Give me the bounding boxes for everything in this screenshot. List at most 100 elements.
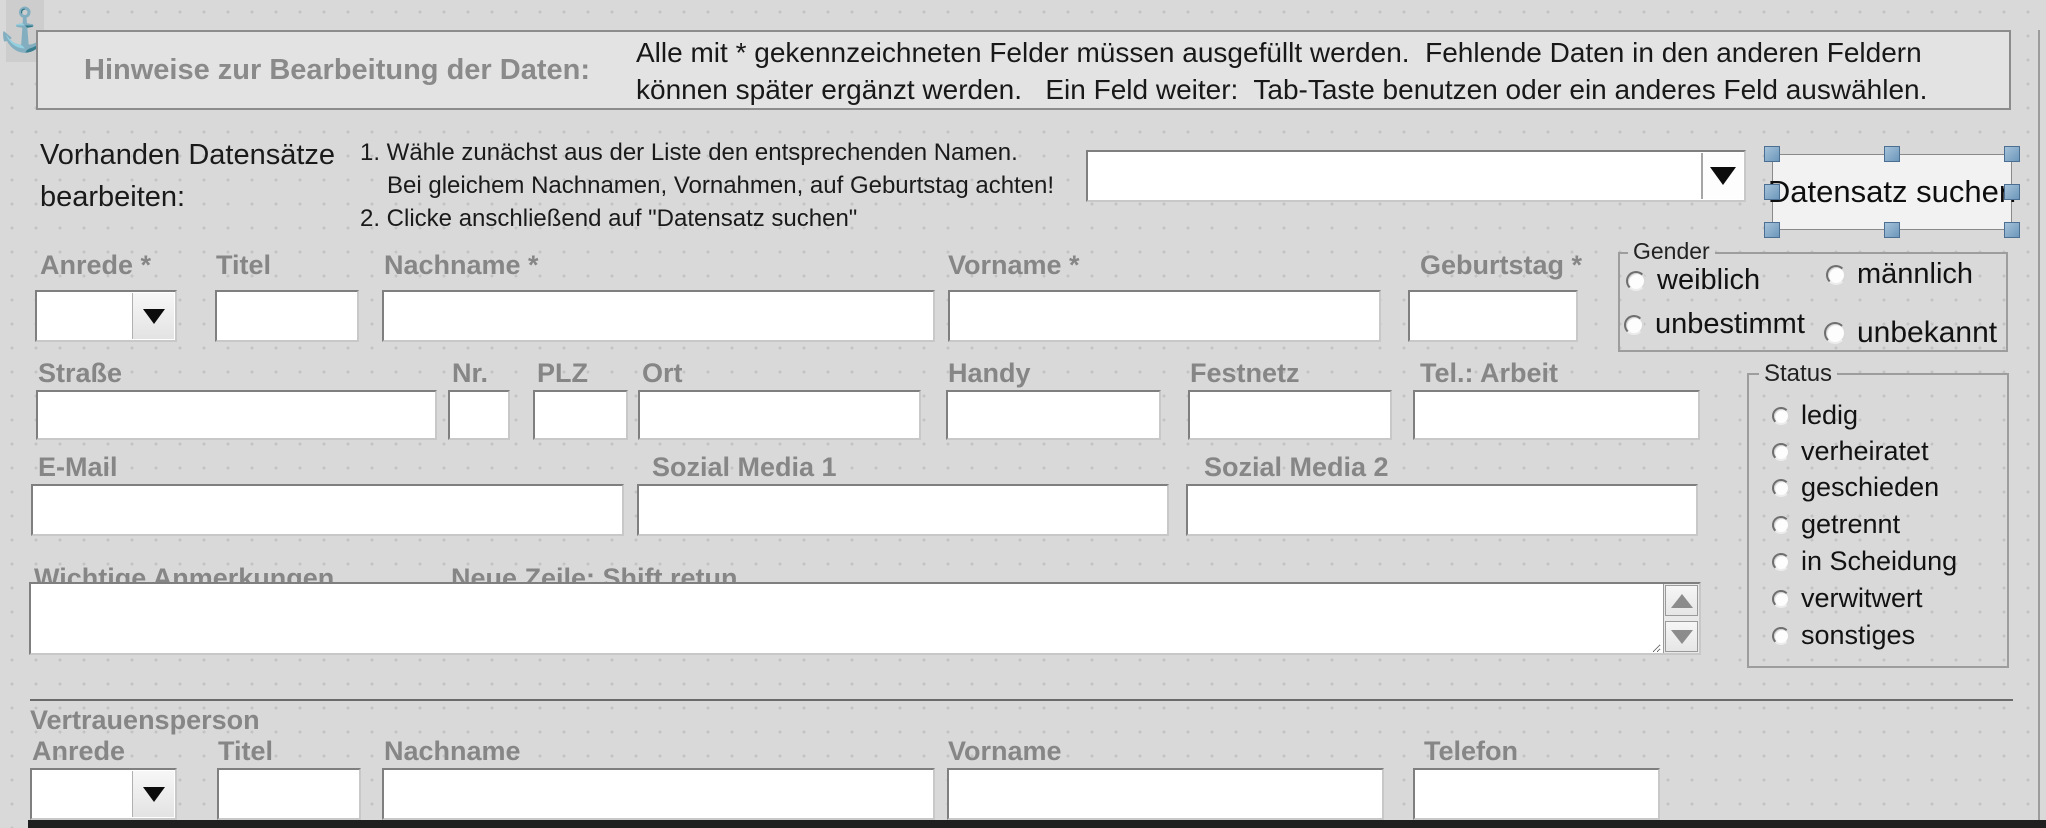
status-radio-ledig[interactable] bbox=[1772, 407, 1790, 425]
record-search-dropdown-button[interactable] bbox=[1701, 153, 1743, 199]
sozial-media-2-label: Sozial Media 2 bbox=[1204, 452, 1389, 483]
trust-anrede-label: Anrede bbox=[32, 736, 125, 767]
vorname-input[interactable] bbox=[948, 290, 1381, 342]
selection-handle-bottom-left[interactable] bbox=[1764, 222, 1780, 238]
status-radio-sonstiges[interactable] bbox=[1772, 627, 1790, 645]
status-radio-geschieden[interactable] bbox=[1772, 479, 1790, 497]
gender-group-title: Gender bbox=[1628, 238, 1715, 265]
search-instruction-1: 1. Wähle zunächst aus der Liste den ents… bbox=[360, 136, 1054, 169]
selection-handle-bottom-right[interactable] bbox=[2004, 222, 2020, 238]
trust-vorname-label: Vorname bbox=[948, 736, 1062, 767]
anrede-label: Anrede * bbox=[40, 250, 151, 281]
status-option-label: verwitwert bbox=[1801, 583, 1923, 614]
record-search-combobox[interactable] bbox=[1086, 150, 1746, 202]
trust-titel-label: Titel bbox=[218, 736, 273, 767]
festnetz-input[interactable] bbox=[1188, 390, 1392, 440]
trust-nachname-input[interactable] bbox=[382, 768, 935, 820]
geburtstag-input[interactable] bbox=[1408, 290, 1578, 342]
gender-option-label: weiblich bbox=[1657, 264, 1760, 297]
header-note-box: Hinweise zur Bearbeitung der Daten: Alle… bbox=[36, 30, 2011, 110]
strasse-input[interactable] bbox=[36, 390, 437, 440]
status-radio-verheiratet[interactable] bbox=[1772, 443, 1790, 461]
strasse-label: Straße bbox=[38, 358, 122, 389]
sozial-media-2-input[interactable] bbox=[1186, 484, 1698, 536]
trust-anrede-dropdown-button[interactable] bbox=[132, 771, 174, 817]
status-option-label: geschieden bbox=[1801, 472, 1939, 503]
titel-input[interactable] bbox=[215, 290, 359, 342]
handy-input[interactable] bbox=[946, 390, 1161, 440]
status-option-label: sonstiges bbox=[1801, 620, 1915, 651]
nachname-input[interactable] bbox=[382, 290, 935, 342]
sozial-media-1-label: Sozial Media 1 bbox=[652, 452, 837, 483]
selection-handle-bottom-middle[interactable] bbox=[1884, 222, 1900, 238]
gender-radio-unbestimmt[interactable] bbox=[1624, 315, 1644, 335]
tel-arbeit-input[interactable] bbox=[1413, 390, 1700, 440]
status-option-label: verheiratet bbox=[1801, 436, 1929, 467]
trust-anrede-combobox[interactable] bbox=[30, 768, 177, 820]
trust-titel-input[interactable] bbox=[217, 768, 361, 820]
selection-handle-top-right[interactable] bbox=[2004, 146, 2020, 162]
vertrauensperson-section-label: Vertrauensperson bbox=[30, 705, 260, 736]
status-option-label: in Scheidung bbox=[1801, 546, 1957, 577]
datensatz-suchen-button[interactable]: Datensatz suchen bbox=[1772, 154, 2012, 230]
search-instruction-2: Bei gleichem Nachnamen, Vornahmen, auf G… bbox=[360, 169, 1054, 202]
gender-radio-unbekannt[interactable] bbox=[1824, 322, 1846, 344]
vorname-label: Vorname * bbox=[948, 250, 1080, 281]
arrow-down-icon bbox=[1671, 630, 1693, 644]
chevron-down-icon bbox=[143, 309, 165, 324]
tel-arbeit-label: Tel.: Arbeit bbox=[1420, 358, 1558, 389]
scroll-up-button[interactable] bbox=[1665, 585, 1698, 616]
scroll-down-button[interactable] bbox=[1665, 621, 1698, 652]
search-section-label-line2: bearbeiten: bbox=[40, 176, 335, 218]
trust-vorname-input[interactable] bbox=[947, 768, 1384, 820]
chevron-down-icon bbox=[143, 787, 165, 802]
header-title: Hinweise zur Bearbeitung der Daten: bbox=[84, 54, 590, 87]
status-radio-getrennt[interactable] bbox=[1772, 516, 1790, 534]
selection-handle-middle-right[interactable] bbox=[2004, 184, 2020, 200]
status-group-title: Status bbox=[1759, 360, 1837, 388]
handy-label: Handy bbox=[948, 358, 1031, 389]
selection-handle-middle-left[interactable] bbox=[1764, 184, 1780, 200]
email-input[interactable] bbox=[31, 484, 624, 536]
search-instruction-3: 2. Clicke anschließend auf "Datensatz su… bbox=[360, 202, 1054, 235]
trust-telefon-input[interactable] bbox=[1413, 768, 1660, 820]
gender-option-label: männlich bbox=[1857, 258, 1973, 291]
sozial-media-1-input[interactable] bbox=[637, 484, 1169, 536]
ort-input[interactable] bbox=[638, 390, 921, 440]
form-canvas: ⚓ Hinweise zur Bearbeitung der Daten: Al… bbox=[0, 0, 2046, 828]
anrede-combobox[interactable] bbox=[35, 290, 177, 342]
trust-telefon-label: Telefon bbox=[1424, 736, 1518, 767]
status-radio-in-scheidung[interactable] bbox=[1772, 553, 1790, 571]
gender-radio-maennlich[interactable] bbox=[1826, 265, 1846, 285]
record-search-combobox-field[interactable] bbox=[1088, 152, 1744, 200]
nr-input[interactable] bbox=[448, 390, 510, 440]
header-note-line1: Alle mit * gekennzeichneten Felder müsse… bbox=[636, 34, 1927, 71]
search-section-label-line1: Vorhanden Datensätze bbox=[40, 134, 335, 176]
status-option-label: getrennt bbox=[1801, 509, 1900, 540]
selection-handle-top-middle[interactable] bbox=[1884, 146, 1900, 162]
status-option-label: ledig bbox=[1801, 400, 1858, 431]
section-divider bbox=[30, 699, 2013, 701]
anmerkungen-textarea-frame bbox=[29, 582, 1701, 655]
form-bottom-border bbox=[28, 820, 2046, 828]
titel-label: Titel bbox=[216, 250, 271, 281]
anrede-dropdown-button[interactable] bbox=[132, 293, 174, 339]
gender-option-label: unbekannt bbox=[1857, 316, 1997, 350]
nachname-label: Nachname * bbox=[384, 250, 539, 281]
gender-radio-weiblich[interactable] bbox=[1626, 271, 1646, 291]
trust-nachname-label: Nachname bbox=[384, 736, 521, 767]
plz-label: PLZ bbox=[537, 358, 588, 389]
anmerkungen-scrollbar[interactable] bbox=[1663, 584, 1699, 653]
ort-label: Ort bbox=[642, 358, 683, 389]
plz-input[interactable] bbox=[533, 390, 628, 440]
selection-handle-top-left[interactable] bbox=[1764, 146, 1780, 162]
nr-label: Nr. bbox=[452, 358, 488, 389]
document-edge-line bbox=[2038, 30, 2040, 828]
header-note-line2: können später ergänzt werden. Ein Feld w… bbox=[636, 71, 1927, 108]
anmerkungen-textarea[interactable] bbox=[31, 584, 1661, 653]
status-radio-verwitwert[interactable] bbox=[1772, 590, 1790, 608]
email-label: E-Mail bbox=[38, 452, 118, 483]
geburtstag-label: Geburtstag * bbox=[1420, 250, 1582, 281]
gender-option-label: unbestimmt bbox=[1655, 308, 1805, 341]
chevron-down-icon bbox=[1710, 167, 1736, 185]
